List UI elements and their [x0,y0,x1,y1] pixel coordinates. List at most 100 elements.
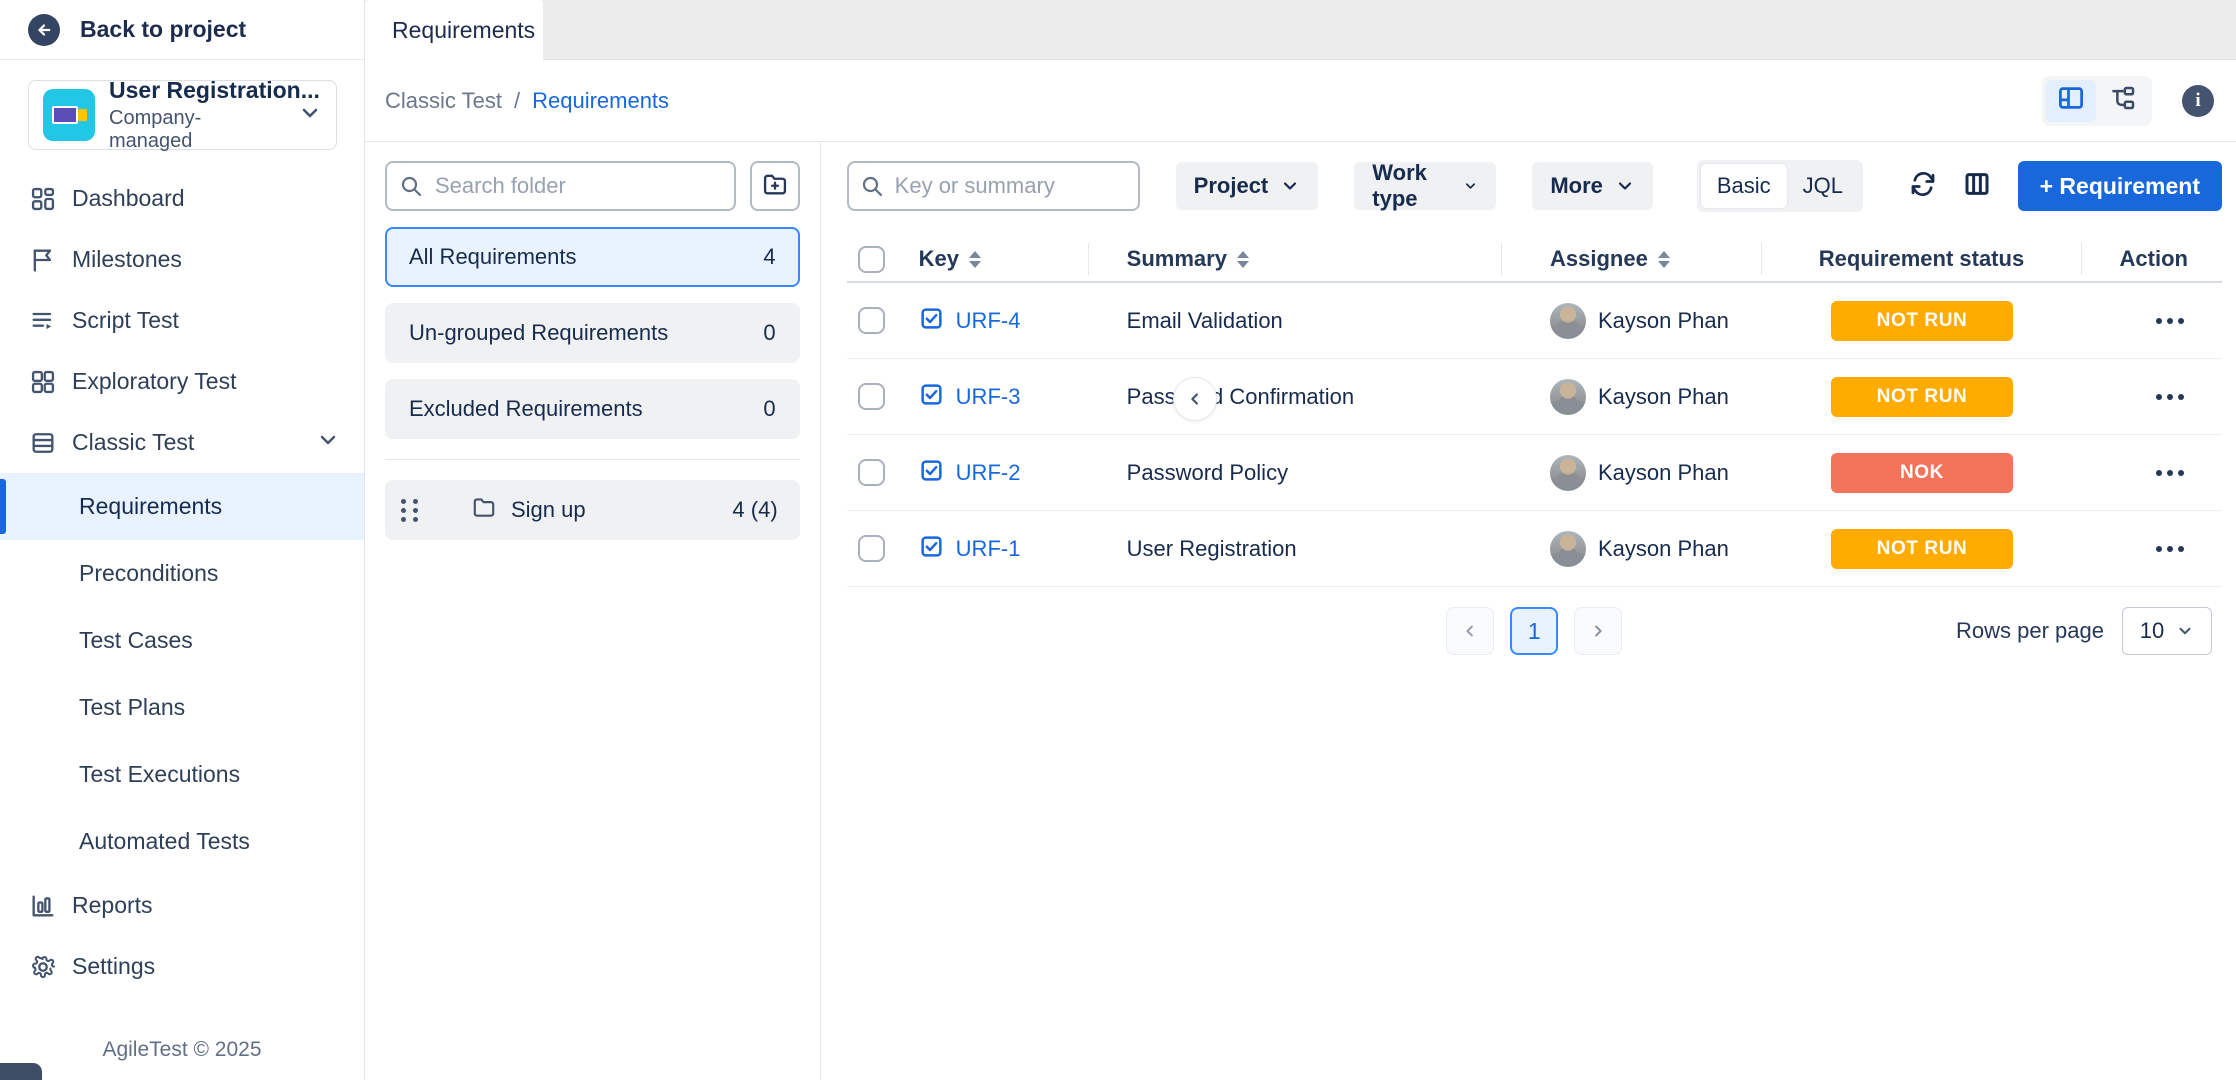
filter-label: Work type [1372,160,1451,212]
sidebar-item-label: Script Test [72,307,340,334]
requirement-type-icon [919,534,944,564]
tab-label: Requirements [392,17,535,44]
collapse-panel-button[interactable] [1173,377,1217,421]
status-badge[interactable]: NOT RUN [1831,377,2013,417]
panel-layout-icon [2056,83,2086,118]
back-arrow-icon[interactable] [28,14,60,46]
column-header-assignee[interactable]: Assignee [1502,243,1762,275]
status-badge[interactable]: NOT RUN [1831,529,2013,569]
column-header-summary[interactable]: Summary [1089,243,1502,275]
sidebar-item-automated-tests[interactable]: Automated Tests [0,808,364,875]
prev-page-button[interactable] [1446,607,1494,655]
table-row[interactable]: URF-4 Email Validation Kayson Phan NOT R… [847,283,2222,359]
row-checkbox[interactable] [858,535,885,562]
jql-mode-button[interactable]: JQL [1787,164,1859,208]
folder-panel: All Requirements 4 Un-grouped Requiremen… [365,142,821,1080]
sidebar-item-test-plans[interactable]: Test Plans [0,674,364,741]
sidebar-subitem-label: Test Cases [79,627,193,654]
page-number[interactable]: 1 [1510,607,1558,655]
tab-requirements[interactable]: Requirements [365,0,543,60]
requirement-type-icon [919,382,944,412]
folder-ungrouped-requirements[interactable]: Un-grouped Requirements 0 [385,303,800,363]
tree-hierarchy-icon [2108,83,2138,118]
project-selector[interactable]: User Registration... Company-managed [28,80,337,150]
sidebar-item-milestones[interactable]: Milestones [0,229,364,290]
sidebar-item-preconditions[interactable]: Preconditions [0,540,364,607]
panel-view-button[interactable] [2046,80,2096,122]
row-checkbox[interactable] [858,459,885,486]
project-avatar [43,89,95,141]
active-indicator [0,479,6,534]
main-content: All Requirements 4 Un-grouped Requiremen… [365,142,2236,1080]
sidebar-subitem-label: Test Executions [79,761,240,788]
basic-mode-button[interactable]: Basic [1701,164,1787,208]
breadcrumb-parent[interactable]: Classic Test [385,88,502,114]
status-badge[interactable]: NOK [1831,453,2013,493]
sidebar-subitem-label: Preconditions [79,560,218,587]
assignee-name: Kayson Phan [1598,308,1729,334]
column-header-key[interactable]: Key [919,243,1089,275]
table-toolbar: Project Work type More Basic JQL [847,161,2222,211]
summary-text: Email Validation [1089,308,1502,334]
row-actions-ellipsis[interactable] [2154,384,2186,410]
row-actions-ellipsis[interactable] [2154,536,2186,562]
folder-icon [471,494,497,526]
table-row[interactable]: URF-1 User Registration Kayson Phan NOT … [847,511,2222,587]
sidebar-item-exploratory-test[interactable]: Exploratory Test [0,351,364,412]
add-folder-button[interactable] [750,161,800,211]
rows-per-page-select[interactable]: 10 [2122,607,2212,655]
table-row[interactable]: URF-2 Password Policy Kayson Phan NOK [847,435,2222,511]
work-type-filter[interactable]: Work type [1354,162,1496,210]
issue-key-link[interactable]: URF-3 [956,384,1021,410]
sort-icon[interactable] [969,251,981,268]
folder-sign-up[interactable]: Sign up 4 (4) [385,480,800,540]
avatar [1550,531,1586,567]
sort-icon[interactable] [1237,251,1249,268]
columns-button[interactable] [1961,165,1993,207]
tree-view-button[interactable] [2098,80,2148,122]
breadcrumb-current[interactable]: Requirements [532,88,669,114]
more-filter[interactable]: More [1532,162,1653,210]
avatar [1550,303,1586,339]
row-actions-ellipsis[interactable] [2154,460,2186,486]
folder-all-requirements[interactable]: All Requirements 4 [385,227,800,287]
sidebar-item-label: Classic Test [72,429,302,456]
next-page-button[interactable] [1574,607,1622,655]
key-summary-search-input[interactable] [847,161,1140,211]
divider [385,459,800,460]
row-checkbox[interactable] [858,383,885,410]
sidebar-item-test-cases[interactable]: Test Cases [0,607,364,674]
sidebar-subitem-label: Automated Tests [79,828,250,855]
rows-icon [28,429,58,457]
sidebar-item-settings[interactable]: Settings [0,936,364,997]
breadcrumb-separator: / [514,88,520,114]
issue-key-link[interactable]: URF-2 [956,460,1021,486]
sidebar-item-reports[interactable]: Reports [0,875,364,936]
issue-key-link[interactable]: URF-4 [956,308,1021,334]
select-all-checkbox[interactable] [858,246,885,273]
folder-label: Un-grouped Requirements [409,320,668,346]
folder-excluded-requirements[interactable]: Excluded Requirements 0 [385,379,800,439]
sidebar-item-classic-test[interactable]: Classic Test [0,412,364,473]
column-header-action: Action [2082,243,2222,275]
drag-handle-icon[interactable] [401,499,419,522]
sidebar-item-script-test[interactable]: Script Test [0,290,364,351]
table-header: Key Summary Assignee Requirement status … [847,237,2222,283]
sidebar-item-dashboard[interactable]: Dashboard [0,168,364,229]
issue-key-link[interactable]: URF-1 [956,536,1021,562]
search-folder-input[interactable] [385,161,736,211]
project-filter[interactable]: Project [1176,162,1319,210]
back-to-project[interactable]: Back to project [0,0,364,60]
table-row[interactable]: URF-3 Password Confirmation Kayson Phan … [847,359,2222,435]
status-badge[interactable]: NOT RUN [1831,301,2013,341]
sidebar-item-test-executions[interactable]: Test Executions [0,741,364,808]
rows-per-page-label: Rows per page [1956,618,2104,644]
add-requirement-button[interactable]: + Requirement [2018,161,2222,211]
row-actions-ellipsis[interactable] [2154,308,2186,334]
refresh-button[interactable] [1907,165,1939,207]
sort-icon[interactable] [1658,251,1670,268]
info-icon[interactable]: i [2182,85,2214,117]
tab-strip: Requirements [365,0,2236,60]
row-checkbox[interactable] [858,307,885,334]
sidebar-item-requirements[interactable]: Requirements [0,473,364,540]
